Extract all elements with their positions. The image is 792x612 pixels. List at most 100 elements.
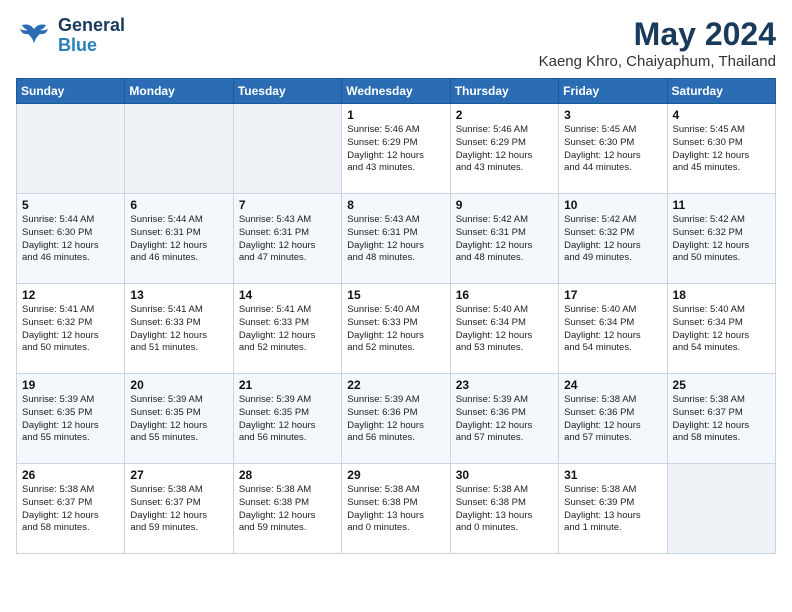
weekday-header-sunday: Sunday	[17, 79, 125, 104]
day-info: Sunrise: 5:43 AM Sunset: 6:31 PM Dayligh…	[347, 214, 444, 265]
calendar-cell: 4 Sunrise: 5:45 AM Sunset: 6:30 PM Daylig…	[667, 104, 775, 194]
day-info: Sunrise: 5:38 AM Sunset: 6:38 PM Dayligh…	[456, 484, 553, 535]
day-number: 2	[456, 108, 553, 122]
day-info: Sunrise: 5:41 AM Sunset: 6:32 PM Dayligh…	[22, 304, 119, 355]
calendar-cell: 13 Sunrise: 5:41 AM Sunset: 6:33 PM Dayli…	[125, 284, 233, 374]
weekday-header-wednesday: Wednesday	[342, 79, 450, 104]
day-number: 30	[456, 468, 553, 482]
day-number: 16	[456, 288, 553, 302]
calendar-cell: 2 Sunrise: 5:46 AM Sunset: 6:29 PM Daylig…	[450, 104, 558, 194]
calendar-cell: 24 Sunrise: 5:38 AM Sunset: 6:36 PM Dayli…	[559, 374, 667, 464]
calendar-cell: 30 Sunrise: 5:38 AM Sunset: 6:38 PM Dayli…	[450, 464, 558, 554]
calendar-cell: 26Sunrise: 5:38 AM Sunset: 6:37 PM Dayli…	[17, 464, 125, 554]
calendar-cell: 19 Sunrise: 5:39 AM Sunset: 6:35 PM Dayli…	[17, 374, 125, 464]
day-number: 24	[564, 378, 661, 392]
day-number: 11	[673, 198, 770, 212]
calendar-cell: 5 Sunrise: 5:44 AM Sunset: 6:30 PM Daylig…	[17, 194, 125, 284]
day-number: 23	[456, 378, 553, 392]
calendar-cell: 15 Sunrise: 5:40 AM Sunset: 6:33 PM Dayli…	[342, 284, 450, 374]
day-number: 9	[456, 198, 553, 212]
calendar-cell: 21 Sunrise: 5:39 AM Sunset: 6:35 PM Dayli…	[233, 374, 341, 464]
calendar-cell	[125, 104, 233, 194]
logo-icon	[16, 21, 52, 51]
day-info: Sunrise: 5:38 AM Sunset: 6:37 PM Dayligh…	[673, 394, 770, 445]
weekday-header-thursday: Thursday	[450, 79, 558, 104]
day-info: Sunrise: 5:40 AM Sunset: 6:34 PM Dayligh…	[564, 304, 661, 355]
day-number: 28	[239, 468, 336, 482]
calendar-week-row: 12 Sunrise: 5:41 AM Sunset: 6:32 PM Dayli…	[17, 284, 776, 374]
day-number: 25	[673, 378, 770, 392]
day-info: Sunrise: 5:45 AM Sunset: 6:30 PM Dayligh…	[564, 124, 661, 175]
calendar-cell: 10 Sunrise: 5:42 AM Sunset: 6:32 PM Dayli…	[559, 194, 667, 284]
day-number: 3	[564, 108, 661, 122]
calendar-cell: 29 Sunrise: 5:38 AM Sunset: 6:38 PM Dayli…	[342, 464, 450, 554]
calendar-cell: 28 Sunrise: 5:38 AM Sunset: 6:38 PM Dayli…	[233, 464, 341, 554]
day-number: 27	[130, 468, 227, 482]
calendar-cell: 8 Sunrise: 5:43 AM Sunset: 6:31 PM Daylig…	[342, 194, 450, 284]
weekday-header-monday: Monday	[125, 79, 233, 104]
day-info: Sunrise: 5:40 AM Sunset: 6:33 PM Dayligh…	[347, 304, 444, 355]
calendar-cell: 20Sunrise: 5:39 AM Sunset: 6:35 PM Dayli…	[125, 374, 233, 464]
logo-text: General Blue	[58, 16, 125, 56]
day-number: 10	[564, 198, 661, 212]
day-info: Sunrise: 5:46 AM Sunset: 6:29 PM Dayligh…	[456, 124, 553, 175]
calendar-cell: 18 Sunrise: 5:40 AM Sunset: 6:34 PM Dayli…	[667, 284, 775, 374]
day-number: 31	[564, 468, 661, 482]
day-info: Sunrise: 5:38 AM Sunset: 6:39 PM Dayligh…	[564, 484, 661, 535]
day-number: 19	[22, 378, 119, 392]
calendar-cell: 11Sunrise: 5:42 AM Sunset: 6:32 PM Dayli…	[667, 194, 775, 284]
day-info: Sunrise: 5:38 AM Sunset: 6:38 PM Dayligh…	[347, 484, 444, 535]
calendar-cell: 31 Sunrise: 5:38 AM Sunset: 6:39 PM Dayli…	[559, 464, 667, 554]
logo-line1: General	[58, 16, 125, 36]
calendar-cell: 12 Sunrise: 5:41 AM Sunset: 6:32 PM Dayli…	[17, 284, 125, 374]
weekday-header-saturday: Saturday	[667, 79, 775, 104]
day-info: Sunrise: 5:38 AM Sunset: 6:37 PM Dayligh…	[22, 484, 119, 535]
day-number: 17	[564, 288, 661, 302]
day-info: Sunrise: 5:43 AM Sunset: 6:31 PM Dayligh…	[239, 214, 336, 265]
calendar-cell: 25 Sunrise: 5:38 AM Sunset: 6:37 PM Dayli…	[667, 374, 775, 464]
calendar-cell: 27 Sunrise: 5:38 AM Sunset: 6:37 PM Dayli…	[125, 464, 233, 554]
calendar-cell: 17 Sunrise: 5:40 AM Sunset: 6:34 PM Dayli…	[559, 284, 667, 374]
day-info: Sunrise: 5:42 AM Sunset: 6:31 PM Dayligh…	[456, 214, 553, 265]
day-number: 1	[347, 108, 444, 122]
day-info: Sunrise: 5:42 AM Sunset: 6:32 PM Dayligh…	[564, 214, 661, 265]
title-block: May 2024 Kaeng Khro, Chaiyaphum, Thailan…	[539, 16, 776, 70]
logo-line2: Blue	[58, 35, 97, 55]
calendar-cell: 22 Sunrise: 5:39 AM Sunset: 6:36 PM Dayli…	[342, 374, 450, 464]
calendar-cell: 16Sunrise: 5:40 AM Sunset: 6:34 PM Dayli…	[450, 284, 558, 374]
day-number: 15	[347, 288, 444, 302]
day-info: Sunrise: 5:39 AM Sunset: 6:35 PM Dayligh…	[239, 394, 336, 445]
day-info: Sunrise: 5:38 AM Sunset: 6:36 PM Dayligh…	[564, 394, 661, 445]
day-number: 21	[239, 378, 336, 392]
day-info: Sunrise: 5:39 AM Sunset: 6:36 PM Dayligh…	[347, 394, 444, 445]
calendar-cell: 3 Sunrise: 5:45 AM Sunset: 6:30 PM Daylig…	[559, 104, 667, 194]
day-info: Sunrise: 5:41 AM Sunset: 6:33 PM Dayligh…	[239, 304, 336, 355]
calendar-week-row: 1 Sunrise: 5:46 AM Sunset: 6:29 PM Daylig…	[17, 104, 776, 194]
day-number: 4	[673, 108, 770, 122]
day-info: Sunrise: 5:40 AM Sunset: 6:34 PM Dayligh…	[673, 304, 770, 355]
calendar-week-row: 26Sunrise: 5:38 AM Sunset: 6:37 PM Dayli…	[17, 464, 776, 554]
day-info: Sunrise: 5:44 AM Sunset: 6:30 PM Dayligh…	[22, 214, 119, 265]
day-info: Sunrise: 5:46 AM Sunset: 6:29 PM Dayligh…	[347, 124, 444, 175]
day-number: 12	[22, 288, 119, 302]
day-info: Sunrise: 5:45 AM Sunset: 6:30 PM Dayligh…	[673, 124, 770, 175]
calendar-cell: 14 Sunrise: 5:41 AM Sunset: 6:33 PM Dayli…	[233, 284, 341, 374]
day-number: 22	[347, 378, 444, 392]
day-number: 5	[22, 198, 119, 212]
day-info: Sunrise: 5:38 AM Sunset: 6:38 PM Dayligh…	[239, 484, 336, 535]
day-info: Sunrise: 5:38 AM Sunset: 6:37 PM Dayligh…	[130, 484, 227, 535]
day-number: 29	[347, 468, 444, 482]
day-info: Sunrise: 5:41 AM Sunset: 6:33 PM Dayligh…	[130, 304, 227, 355]
day-number: 8	[347, 198, 444, 212]
calendar-cell: 6Sunrise: 5:44 AM Sunset: 6:31 PM Daylig…	[125, 194, 233, 284]
calendar-week-row: 19 Sunrise: 5:39 AM Sunset: 6:35 PM Dayli…	[17, 374, 776, 464]
day-number: 14	[239, 288, 336, 302]
day-info: Sunrise: 5:39 AM Sunset: 6:36 PM Dayligh…	[456, 394, 553, 445]
day-info: Sunrise: 5:39 AM Sunset: 6:35 PM Dayligh…	[130, 394, 227, 445]
calendar-cell: 7Sunrise: 5:43 AM Sunset: 6:31 PM Daylig…	[233, 194, 341, 284]
day-number: 18	[673, 288, 770, 302]
calendar-cell	[233, 104, 341, 194]
day-number: 13	[130, 288, 227, 302]
day-info: Sunrise: 5:39 AM Sunset: 6:35 PM Dayligh…	[22, 394, 119, 445]
page-header: General Blue May 2024 Kaeng Khro, Chaiya…	[16, 16, 776, 70]
